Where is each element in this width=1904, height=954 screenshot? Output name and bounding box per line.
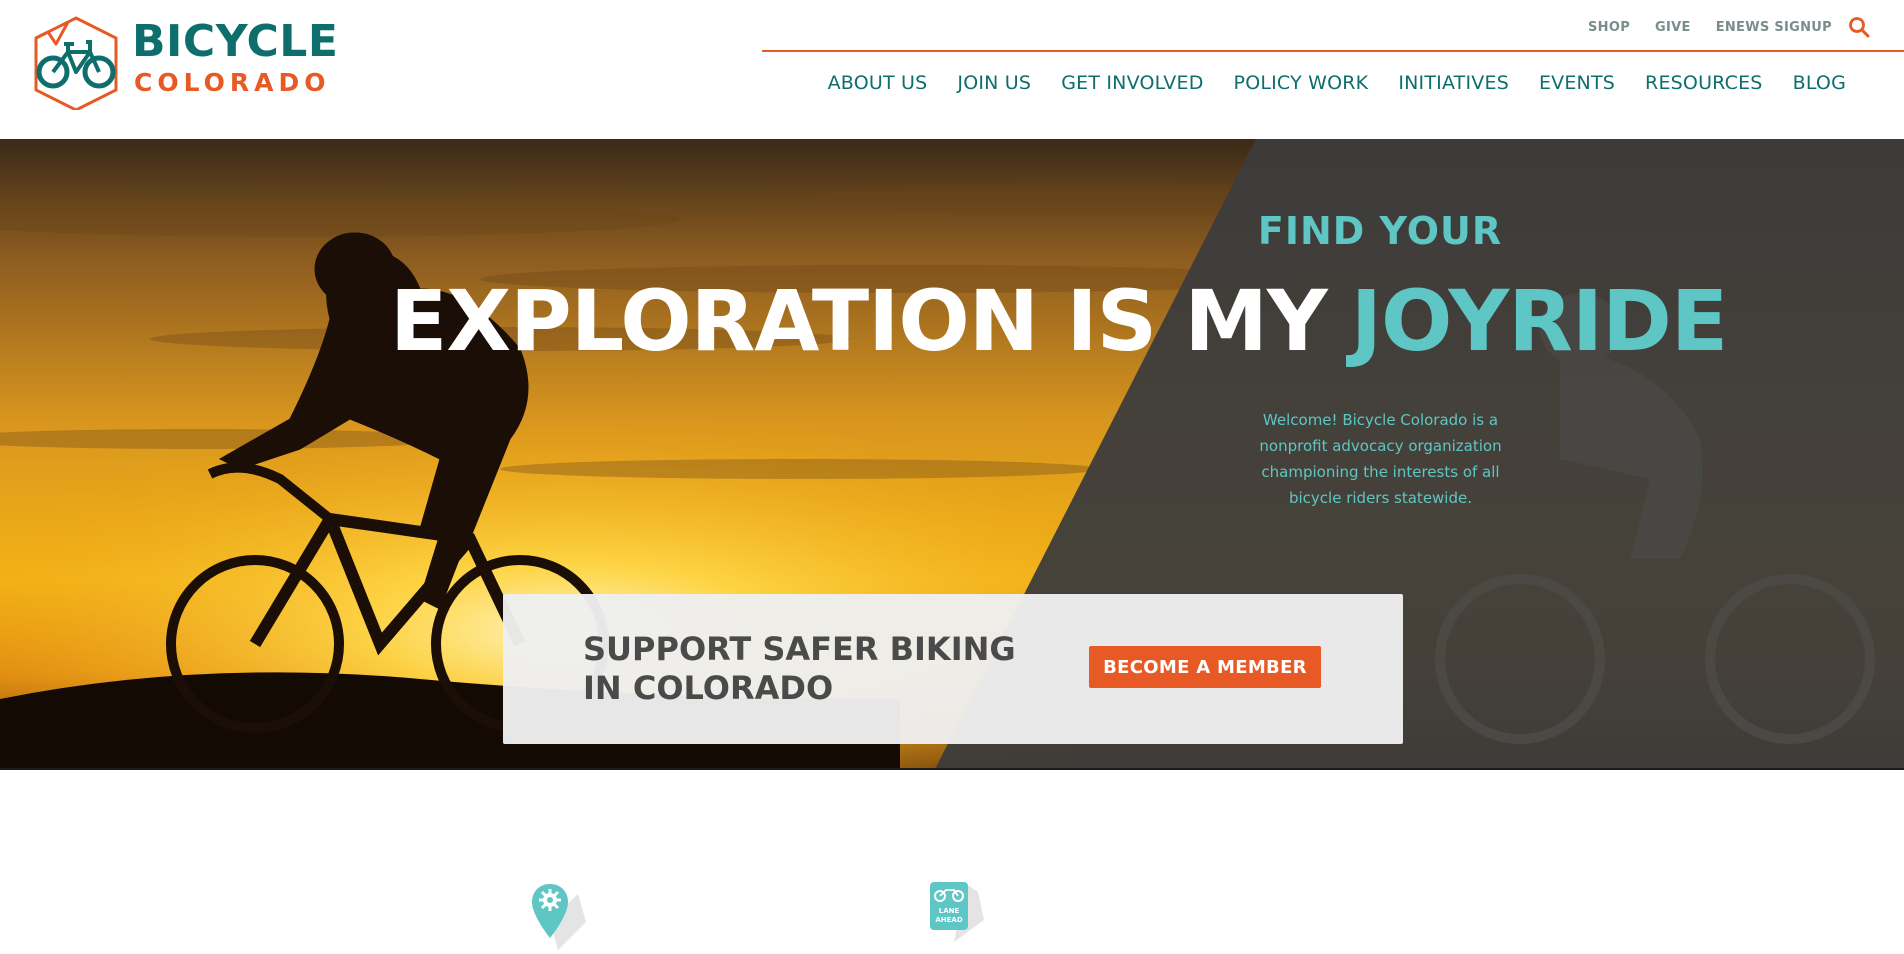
hero-headline: EXPLORATION IS MY JOYRIDE xyxy=(390,279,1728,363)
main-nav: ABOUT US JOIN US GET INVOLVED POLICY WOR… xyxy=(798,72,1846,94)
lane-sign-text-ahead: AHEAD xyxy=(935,916,962,924)
lane-sign-text-lane: LANE xyxy=(939,907,960,915)
cta-text: SUPPORT SAFER BIKING IN COLORADO xyxy=(583,630,1016,707)
hero-headline-white: EXPLORATION IS MY xyxy=(390,272,1328,370)
nav-item-join-us[interactable]: JOIN US xyxy=(957,72,1031,94)
map-pin-gear-icon xyxy=(532,884,586,950)
nav-item-blog[interactable]: BLOG xyxy=(1793,72,1846,94)
hero-bottom-border xyxy=(0,768,1904,770)
hero-eyebrow: FIND YOUR xyxy=(1257,209,1503,253)
util-link-give[interactable]: GIVE xyxy=(1655,20,1691,35)
nav-item-get-involved[interactable]: GET INVOLVED xyxy=(1061,72,1203,94)
hero-welcome-text: Welcome! Bicycle Colorado is a nonprofit… xyxy=(1259,411,1502,507)
bike-lane-sign-icon: LANE AHEAD xyxy=(930,882,984,942)
site-logo[interactable]: BICYCLE COLORADO xyxy=(28,14,338,110)
nav-item-resources[interactable]: RESOURCES xyxy=(1645,72,1763,94)
bicycle-badge-icon xyxy=(34,16,118,110)
nav-item-policy-work[interactable]: POLICY WORK xyxy=(1234,72,1369,94)
hero-banner: FIND YOUR EXPLORATION IS MY JOYRIDE Welco… xyxy=(0,139,1904,769)
logo-text-colorado: COLORADO xyxy=(134,68,331,97)
nav-item-events[interactable]: EVENTS xyxy=(1539,72,1615,94)
nav-item-initiatives[interactable]: INITIATIVES xyxy=(1398,72,1509,94)
search-icon[interactable] xyxy=(1848,16,1870,38)
nav-divider xyxy=(762,50,1904,52)
nav-item-about-us[interactable]: ABOUT US xyxy=(828,72,928,94)
hero-headline-teal: JOYRIDE xyxy=(1350,272,1729,370)
logo-text-bicycle: BICYCLE xyxy=(132,16,339,67)
site-header: BICYCLE COLORADO SHOP GIVE ENEWS SIGNUP … xyxy=(0,0,1904,139)
util-link-enews-signup[interactable]: ENEWS SIGNUP xyxy=(1716,20,1832,35)
become-member-button[interactable]: BECOME A MEMBER xyxy=(1089,646,1321,688)
util-link-shop[interactable]: SHOP xyxy=(1588,20,1630,35)
membership-cta-box: SUPPORT SAFER BIKING IN COLORADO BECOME … xyxy=(503,594,1403,744)
utility-nav: SHOP GIVE ENEWS SIGNUP xyxy=(1563,16,1870,38)
